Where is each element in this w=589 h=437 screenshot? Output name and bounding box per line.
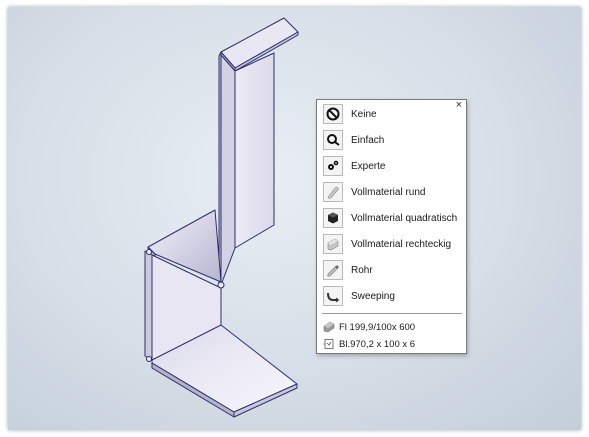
sheet-icon: [323, 338, 335, 350]
3d-viewport[interactable]: × Keine Einfach Experte Vollmaterial run…: [8, 7, 581, 430]
rectangular-bar-icon: [323, 234, 343, 254]
profile-context-menu: × Keine Einfach Experte Vollmaterial run…: [316, 99, 467, 354]
square-bar-icon: [323, 208, 343, 228]
bend-marker: [146, 249, 152, 255]
flat-bar-icon: [323, 321, 335, 333]
round-bar-icon: [323, 182, 343, 202]
menu-item-label: Einfach: [351, 134, 385, 146]
no-entry-icon: [323, 104, 343, 124]
lower-wall: [144, 250, 153, 361]
menu-item-label: Vollmaterial quadratisch: [351, 212, 458, 224]
menu-item-keine[interactable]: Keine: [317, 102, 466, 126]
menu-item-label: Experte: [351, 160, 386, 172]
menu-item-label: Rohr: [351, 264, 373, 276]
menu-item-sweeping[interactable]: Sweeping: [317, 284, 466, 308]
menu-item-vollmaterial-quadratisch[interactable]: Vollmaterial quadratisch: [317, 206, 466, 230]
profile-info-text: Fl 199,9/100x 600: [339, 321, 416, 333]
menu-item-experte[interactable]: Experte: [317, 154, 466, 178]
menu-item-rohr[interactable]: Rohr: [317, 258, 466, 282]
bend-marker: [146, 356, 152, 362]
menu-item-label: Sweeping: [351, 290, 395, 302]
menu-item-einfach[interactable]: Einfach: [317, 128, 466, 152]
upper-wall: [220, 54, 236, 286]
upper-wall-face: [234, 52, 275, 249]
profile-info-flat-bar[interactable]: Fl 199,9/100x 600: [323, 320, 415, 334]
menu-item-label: Vollmaterial rechteckig: [351, 238, 452, 250]
profile-info-text: Bl.970,2 x 100 x 6: [339, 338, 416, 350]
menu-item-label: Vollmaterial rund: [351, 186, 426, 198]
sweep-icon: [323, 286, 343, 306]
tube-icon: [323, 260, 343, 280]
menu-item-label: Keine: [351, 108, 377, 120]
bend-marker: [217, 281, 225, 289]
menu-separator: [322, 313, 462, 314]
menu-item-vollmaterial-rund[interactable]: Vollmaterial rund: [317, 180, 466, 204]
menu-item-vollmaterial-rechteckig[interactable]: Vollmaterial rechteckig: [317, 232, 466, 256]
gears-icon: [323, 156, 343, 176]
simple-magnifier-icon: [323, 130, 343, 150]
sheet-metal-part[interactable]: [8, 7, 581, 430]
profile-info-sheet[interactable]: Bl.970,2 x 100 x 6: [323, 337, 415, 351]
